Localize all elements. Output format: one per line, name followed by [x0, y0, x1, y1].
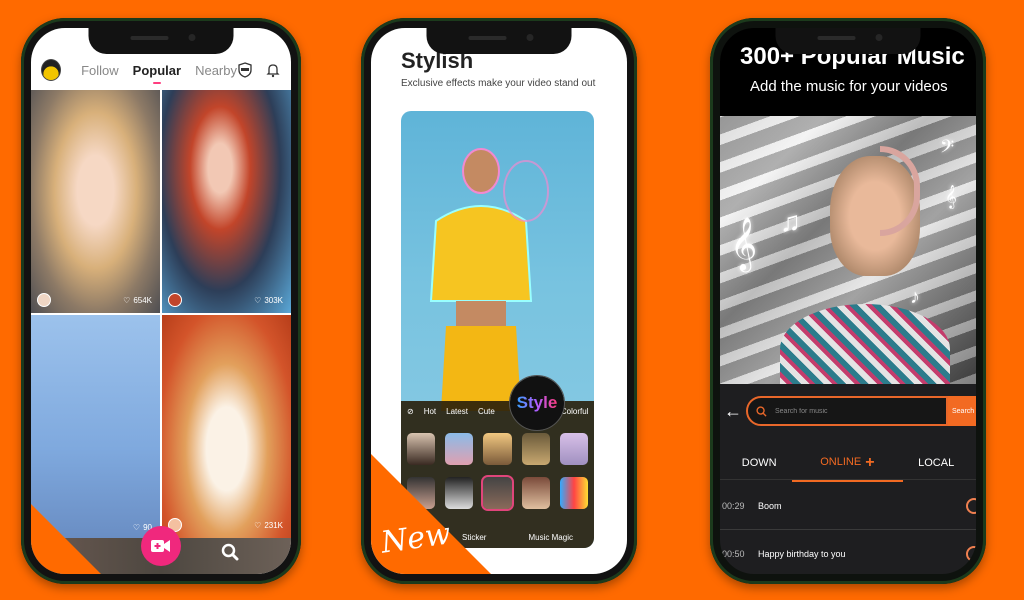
bass-clef-icon: 𝄢	[940, 136, 955, 161]
creator-avatar[interactable]	[168, 293, 182, 307]
phone3-screen: 300+ Popular Music Add the music for you…	[720, 28, 976, 574]
search-icon	[221, 543, 239, 561]
no-effect-icon[interactable]: ⊘	[407, 407, 414, 416]
shirt-shape	[780, 304, 950, 384]
tab-latest[interactable]: Latest	[446, 407, 468, 416]
video-stats: ♡ 231K	[168, 518, 283, 532]
tab-online[interactable]: ONLINE +	[792, 453, 903, 482]
tab-music-magic[interactable]: Music Magic	[529, 533, 573, 542]
search-button[interactable]: Search	[948, 396, 976, 426]
dancer-illustration	[429, 148, 549, 411]
effect-thumbnail[interactable]	[521, 477, 550, 509]
back-arrow-icon[interactable]: ←	[720, 401, 746, 422]
record-button[interactable]	[141, 526, 181, 566]
tab-cute[interactable]: Cute	[478, 407, 495, 416]
video-card[interactable]: ♡ 231K	[162, 315, 291, 538]
song-row[interactable]: 00:29 Boom	[720, 482, 976, 530]
heart-icon: ♡	[254, 520, 262, 530]
song-row[interactable]: 00:50 Happy birthday to you	[720, 530, 976, 574]
tab-down[interactable]: DOWN	[734, 457, 785, 469]
phone-music: 300+ Popular Music Add the music for you…	[710, 18, 986, 584]
bell-icon[interactable]	[265, 62, 281, 78]
music-note-icon: ♪	[910, 286, 920, 308]
heart-icon: ♡	[254, 295, 262, 305]
badge-icon[interactable]	[237, 62, 253, 78]
effect-thumbnail[interactable]	[559, 477, 588, 509]
search-button[interactable]	[221, 543, 239, 566]
tab-follow[interactable]: Follow	[81, 63, 119, 78]
notch	[88, 28, 234, 54]
treble-clef-icon: 𝄞	[945, 186, 957, 208]
tab-nearby[interactable]: Nearby	[195, 63, 237, 78]
notch	[426, 28, 572, 54]
phone2-screen: Stylish Exclusive effects make your vide…	[371, 28, 627, 574]
heart-icon: ♡	[132, 523, 141, 532]
music-search-input[interactable]	[775, 407, 915, 415]
phone1-screen: Follow Popular Nearby ♡ 654K ♡ 303K ♡ 90…	[31, 28, 291, 574]
play-icon[interactable]	[966, 545, 976, 562]
search-row: ← Search	[720, 394, 976, 428]
video-stats: ♡ 303K	[168, 293, 283, 307]
likes-value: 303K	[264, 295, 283, 305]
song-duration: 00:29	[722, 500, 745, 511]
effect-tabs: ⊘ Hot Latest Cute Colorful	[407, 407, 594, 416]
effect-thumbnail[interactable]	[521, 433, 550, 465]
song-title: Boom	[758, 500, 782, 511]
like-count: ♡ 654K	[123, 296, 152, 305]
promo-corner	[31, 504, 101, 574]
plus-icon: +	[865, 453, 875, 471]
effect-thumbnail[interactable]	[559, 433, 588, 465]
search-icon	[756, 405, 767, 417]
tab-online-label: ONLINE	[820, 455, 862, 468]
music-tabs: DOWN ONLINE + LOCAL	[720, 446, 976, 482]
likes-value: 231K	[264, 520, 283, 530]
music-hero-image: 𝄞 ♫ 𝄢 𝄞 ♪	[720, 116, 976, 384]
heart-icon: ♡	[123, 295, 131, 305]
page-subtitle: Add the music for your videos	[750, 78, 948, 95]
creator-avatar[interactable]	[37, 293, 51, 307]
song-title: Happy birthday to you	[758, 548, 846, 559]
notch	[775, 28, 921, 54]
phone-social-feed: Follow Popular Nearby ♡ 654K ♡ 303K ♡ 90…	[21, 18, 301, 584]
search-field	[746, 396, 948, 426]
tab-style-selected[interactable]: Style	[509, 375, 565, 431]
like-count: ♡ 231K	[254, 521, 283, 530]
phone-effects: Stylish Exclusive effects make your vide…	[361, 18, 637, 584]
video-card[interactable]: ♡ 303K	[162, 90, 291, 313]
tab-colorful[interactable]: Colorful	[561, 407, 589, 416]
like-count: ♡ 303K	[254, 296, 283, 305]
tab-hot[interactable]: Hot	[424, 407, 436, 416]
feed-header: Follow Popular Nearby	[31, 50, 291, 90]
likes-value: 654K	[133, 295, 152, 305]
tab-local[interactable]: LOCAL	[910, 457, 962, 469]
video-card[interactable]: ♡ 654K	[31, 90, 160, 313]
header-icons	[237, 62, 281, 78]
style-label: Style	[516, 393, 558, 412]
page-subtitle: Exclusive effects make your video stand …	[401, 78, 596, 89]
play-icon[interactable]	[966, 497, 976, 514]
feed-tabs: Follow Popular Nearby	[81, 63, 237, 78]
avatar[interactable]	[41, 59, 62, 81]
video-grid: ♡ 654K ♡ 303K ♡ 90 ♡ 231K	[31, 90, 291, 538]
treble-clef-icon: 𝄞	[730, 217, 758, 269]
video-stats: ♡ 654K	[37, 293, 152, 307]
video-camera-icon	[151, 540, 170, 552]
tab-popular[interactable]: Popular	[133, 63, 181, 78]
music-note-icon: ♫	[780, 206, 801, 237]
song-duration: 00:50	[722, 548, 745, 559]
